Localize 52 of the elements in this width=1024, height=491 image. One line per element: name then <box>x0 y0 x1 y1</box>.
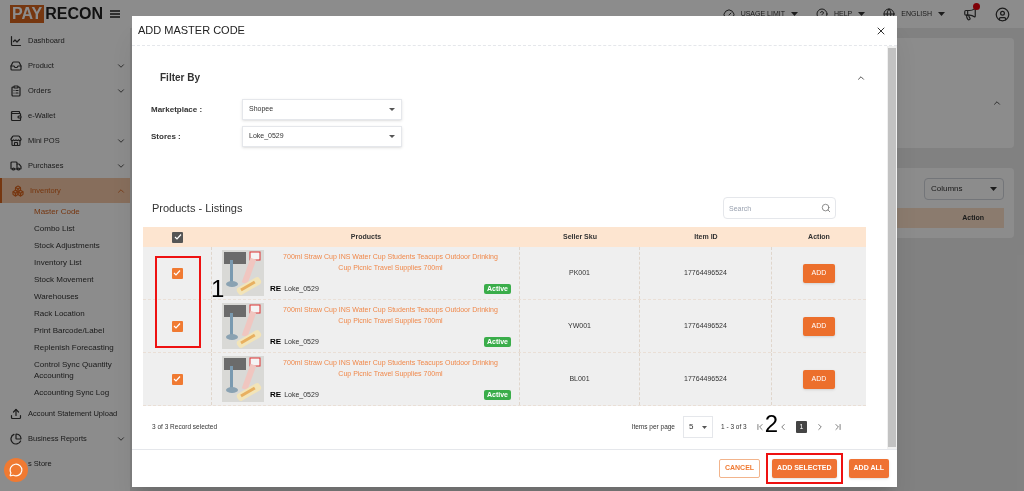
sidebar-subitem[interactable]: Print Barcode/Label <box>0 322 130 339</box>
checkbox[interactable] <box>171 267 183 279</box>
caret-icon <box>389 135 395 138</box>
sidebar-subitem[interactable]: Control Sync Quantity Accounting <box>0 356 130 384</box>
field-label: Marketplace : <box>151 103 204 116</box>
boxes-icon <box>12 184 24 197</box>
columns-select[interactable]: Columns <box>924 178 1004 200</box>
upload-icon <box>10 407 22 420</box>
last-page-icon[interactable] <box>833 422 843 432</box>
page-size-select[interactable]: 5 <box>683 416 713 438</box>
annotation-number: 2 <box>764 412 778 436</box>
caret-icon <box>389 108 395 111</box>
store-initials: RE <box>270 389 282 401</box>
chevron-up-icon[interactable] <box>992 98 1002 108</box>
sidebar-subitem[interactable]: Master Code <box>0 203 130 220</box>
profile-icon[interactable] <box>995 6 1010 22</box>
wallet-icon <box>10 109 22 122</box>
field-label: Stores : <box>151 130 182 143</box>
store-initials: RE <box>270 336 282 348</box>
checkbox[interactable] <box>172 231 183 243</box>
annotation-number: 1 <box>211 277 225 301</box>
scrollbar[interactable] <box>887 46 897 449</box>
sidebar-subitem[interactable]: Stock Movement <box>0 271 130 288</box>
pie-chart-icon <box>10 432 22 445</box>
chart-icon <box>10 34 22 47</box>
logo: PAY <box>10 5 45 23</box>
sidebar-subitem[interactable]: Replenish Forecasting <box>0 339 130 356</box>
sidebar-subitem[interactable]: Rack Location <box>0 305 130 322</box>
search-icon <box>821 203 831 213</box>
sidebar-subitem[interactable]: Stock Adjustments <box>0 237 130 254</box>
register-icon <box>10 134 22 147</box>
logo: RECON <box>45 5 104 23</box>
sidebar-subitem[interactable]: Inventory List <box>0 254 130 271</box>
tray-icon <box>10 59 22 72</box>
next-page-icon[interactable] <box>815 422 825 432</box>
previous-page-icon[interactable] <box>778 422 788 432</box>
sidebar-subitem[interactable]: Accounting Sync Log <box>0 384 130 401</box>
store-initials: RE <box>270 283 282 295</box>
chat-icon <box>9 463 23 477</box>
sidebar-subitem[interactable]: Warehouses <box>0 288 130 305</box>
caret-icon <box>938 12 945 16</box>
clipboard-icon <box>10 84 22 97</box>
truck-icon <box>10 159 22 172</box>
modal-title: ADD MASTER CODE <box>138 23 245 39</box>
checkbox[interactable] <box>171 373 183 385</box>
section-title: Filter By <box>160 71 200 85</box>
menu-icon[interactable] <box>110 10 120 18</box>
first-page-icon[interactable] <box>754 422 765 432</box>
checkbox[interactable] <box>171 320 183 332</box>
sidebar-subitem[interactable]: Combo List <box>0 220 130 237</box>
caret-icon <box>702 425 707 429</box>
caret-icon <box>990 187 997 191</box>
